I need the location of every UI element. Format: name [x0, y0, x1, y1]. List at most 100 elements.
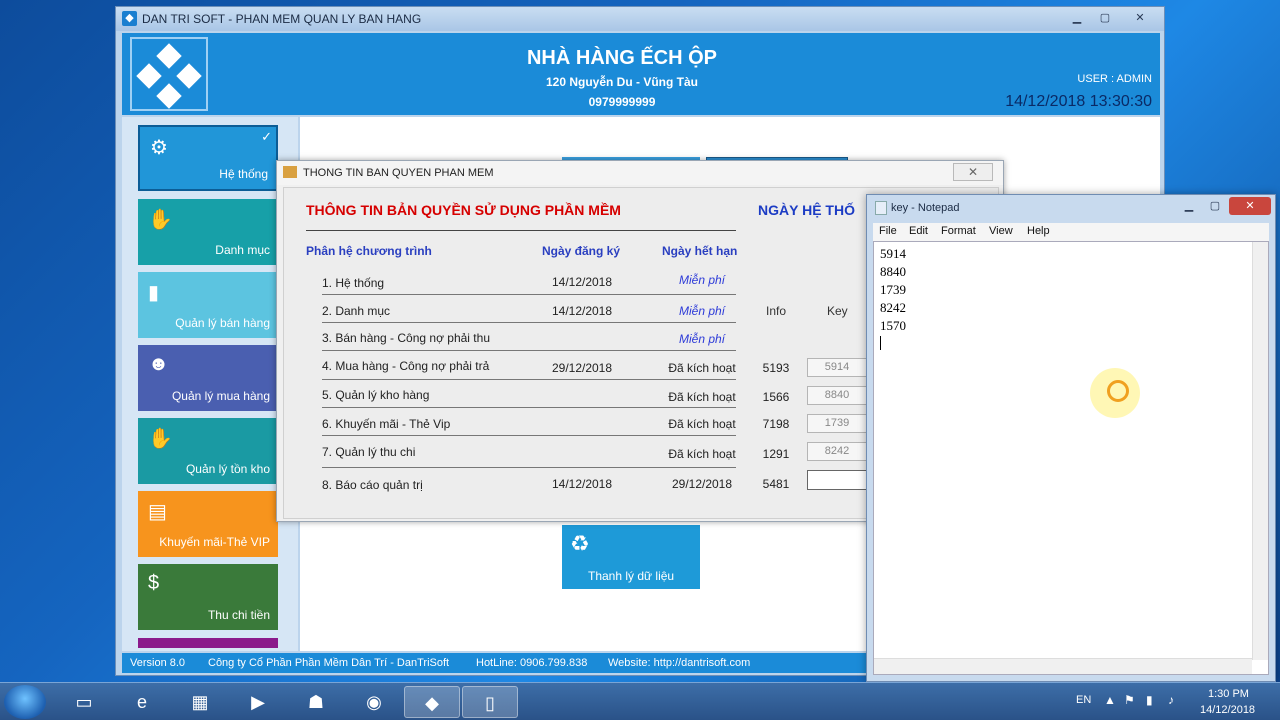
divider [306, 230, 736, 231]
row-divider [322, 294, 736, 295]
system-date-heading: NGÀY HỆ THỐ [758, 202, 855, 218]
check-icon: ✓ [261, 129, 272, 144]
app-title: DAN TRI SOFT - PHAN MEM QUAN LY BAN HANG [142, 12, 422, 26]
text-line: 8242 [880, 300, 906, 315]
text-caret [880, 336, 881, 350]
menu-format[interactable]: Format [941, 225, 976, 237]
close-button[interactable]: ✕ [953, 163, 993, 181]
menu-tile-label: Khuyến mãi-Thẻ VIP [159, 535, 270, 549]
key-input[interactable]: 1739 [807, 414, 867, 433]
website-link[interactable]: Website: http://dantrisoft.com [608, 653, 750, 673]
menu-tile-he-thong[interactable]: ⚙ ✓ Hệ thống [138, 125, 278, 191]
tray-expand-icon[interactable]: ▲ [1104, 693, 1116, 707]
user-label: USER : ADMIN [1077, 73, 1152, 85]
thanh-ly-du-lieu-tile[interactable]: ♻ Thanh lý dữ liệu [562, 525, 700, 589]
reg-date: 29/12/2018 [551, 361, 613, 375]
version-text: Version 8.0 [130, 657, 186, 669]
col-header-reg: Ngày đăng ký [542, 244, 621, 258]
clock-time[interactable]: 1:30 PM [1208, 688, 1249, 700]
hotline-text: HotLine: 0906.799.838 [476, 657, 588, 669]
info-code: 1566 [762, 390, 790, 404]
close-button[interactable]: ✕ [1229, 197, 1271, 215]
clock-date[interactable]: 14/12/2018 [1200, 704, 1255, 716]
key-input[interactable]: 8840 [807, 386, 867, 405]
col-header-module: Phân hệ chương trình [306, 244, 432, 258]
col-header-info: Info [766, 304, 787, 318]
maximize-button[interactable]: ▢ [1092, 9, 1118, 27]
module-name: 4. Mua hàng - Công nợ phải trả [322, 359, 490, 373]
menu-tile-khuyen-mai[interactable]: ▤ Khuyến mãi-Thẻ VIP [138, 491, 278, 557]
menu-tile-label: Thu chi tiền [207, 608, 270, 622]
minimize-button[interactable]: ▁ [1064, 9, 1090, 27]
notepad-titlebar[interactable]: key - Notepad ▁ ▢ ✕ [867, 195, 1275, 221]
menu-file[interactable]: File [879, 225, 897, 237]
menu-view[interactable]: View [989, 225, 1013, 237]
menu-help[interactable]: Help [1027, 225, 1050, 237]
menu-tile-quan-ly-ton-kho[interactable]: ✋ Quản lý tồn kho [138, 418, 278, 484]
stock-icon: ✋ [148, 428, 173, 450]
menu-tile-thu-chi-tien[interactable]: $ Thu chi tiền [138, 564, 278, 630]
main-menu: ⚙ ✓ Hệ thống ✋ Danh mục ▮ Quản lý bán hà… [122, 117, 298, 651]
row-divider [322, 350, 736, 351]
vip-card-icon: ▤ [148, 501, 167, 523]
vertical-scrollbar[interactable] [1252, 242, 1268, 660]
ie-taskbar-icon[interactable]: e [114, 686, 170, 718]
notepad-menu-bar: File Edit Format View Help [873, 223, 1269, 241]
shop-name: NHÀ HÀNG ẾCH ỘP [526, 47, 717, 69]
notepad-taskbar-icon[interactable]: ▯ [462, 686, 518, 718]
module-name: 2. Danh mục [322, 304, 391, 318]
row-divider [322, 467, 736, 468]
dialog-app-icon [283, 166, 297, 178]
exp-date: Đã kích hoạt [668, 417, 736, 431]
notepad-text-area[interactable]: 5914 8840 1739 8242 1570 [873, 241, 1269, 675]
minimize-button[interactable]: ▁ [1177, 197, 1201, 215]
info-code: 7198 [762, 417, 790, 431]
taskbar: ▭ e ▦ ▶ ☗ ◉ ◆ ▯ EN ▲ ⚑ ▮ ♪ 1:30 PM 14/12… [0, 682, 1280, 720]
dantrisoft-taskbar-icon[interactable]: ◆ [404, 686, 460, 718]
license-heading: THÔNG TIN BẢN QUYỀN SỬ DỤNG PHẦN MỀM [306, 202, 621, 218]
system-datetime: 14/12/2018 13:30:30 [1005, 93, 1152, 110]
volume-icon[interactable]: ♪ [1168, 693, 1174, 707]
app-titlebar[interactable]: ◆ DAN TRI SOFT - PHAN MEM QUAN LY BAN HA… [116, 7, 1164, 31]
gear-icon: ⚙ [150, 137, 168, 159]
explorer-taskbar-icon[interactable]: ▭ [56, 686, 112, 718]
key-input[interactable] [807, 470, 867, 490]
menu-tile-danh-muc[interactable]: ✋ Danh mục [138, 199, 278, 265]
menu-tile-label: Quản lý mua hàng [171, 389, 270, 403]
menu-edit[interactable]: Edit [909, 225, 928, 237]
app-taskbar-icon[interactable]: ☗ [288, 686, 344, 718]
key-input[interactable]: 8242 [807, 442, 867, 461]
maximize-button[interactable]: ▢ [1203, 197, 1227, 215]
menu-tile-label: Hệ thống [219, 167, 268, 181]
money-icon: $ [148, 572, 160, 594]
menu-tile-label: Danh mục [215, 243, 270, 257]
shop-phone: 0979999999 [588, 95, 656, 109]
row-divider [322, 379, 736, 380]
close-button[interactable]: ✕ [1120, 9, 1160, 27]
module-name: 3. Bán hàng - Công nợ phải thu [322, 331, 490, 345]
notepad-window: key - Notepad ▁ ▢ ✕ File Edit Format Vie… [866, 194, 1276, 682]
menu-tile-label: Quản lý bán hàng [175, 316, 270, 330]
horizontal-scrollbar[interactable] [874, 658, 1252, 674]
exp-date: Đã kích hoạt [668, 361, 736, 375]
reg-date: 14/12/2018 [551, 304, 613, 318]
media-player-taskbar-icon[interactable]: ▶ [230, 686, 286, 718]
info-code: 5193 [762, 361, 790, 375]
flag-icon[interactable]: ⚑ [1124, 693, 1135, 707]
key-input[interactable]: 5914 [807, 358, 867, 377]
license-dialog-titlebar[interactable]: THONG TIN BAN QUYEN PHAN MEM ✕ [277, 161, 1003, 185]
module-name: 5. Quản lý kho hàng [322, 388, 430, 402]
language-indicator[interactable]: EN [1076, 694, 1091, 706]
menu-tile-quan-ly-mua-hang[interactable]: ☻ Quản lý mua hàng [138, 345, 278, 411]
chrome-taskbar-icon[interactable]: ◉ [346, 686, 402, 718]
start-button[interactable] [4, 685, 46, 719]
menu-tile-quan-ly-ban-hang[interactable]: ▮ Quản lý bán hàng [138, 272, 278, 338]
notepad-title: key - Notepad [891, 202, 960, 214]
menu-tile-partial[interactable] [138, 638, 278, 648]
text-line: 1739 [880, 282, 906, 297]
text-line: 1570 [880, 318, 906, 333]
control-panel-taskbar-icon[interactable]: ▦ [172, 686, 228, 718]
network-icon[interactable]: ▮ [1146, 693, 1153, 707]
reg-date: 14/12/2018 [551, 275, 613, 289]
exp-date: Miễn phí [678, 304, 726, 318]
